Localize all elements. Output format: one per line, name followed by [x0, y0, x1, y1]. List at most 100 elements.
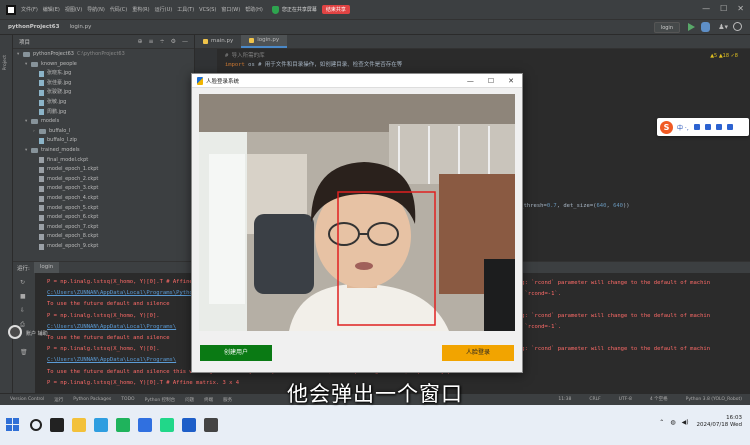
settings-icon[interactable]: ⚙: [171, 38, 176, 45]
file-explorer-icon[interactable]: [72, 418, 86, 432]
dialog-close-button[interactable]: ✕: [508, 77, 514, 85]
menu-file[interactable]: 文件(F): [21, 6, 38, 13]
sogou-logo-icon: S: [660, 120, 673, 134]
hide-panel-icon[interactable]: —: [182, 38, 188, 45]
menu-help[interactable]: 帮助(H): [245, 6, 263, 13]
tree-item[interactable]: ▾ models: [25, 117, 59, 126]
tree-item[interactable]: 周鹏.jpg: [33, 108, 66, 117]
keyboard-icon[interactable]: [704, 124, 711, 130]
menu-window[interactable]: 窗口(W): [221, 6, 240, 13]
dialog-minimize-button[interactable]: —: [467, 77, 474, 85]
menu-view[interactable]: 视图(V): [65, 6, 82, 13]
tree-item[interactable]: ▾ known_people: [25, 60, 77, 69]
pycharm-taskbar-icon[interactable]: [160, 418, 174, 432]
project-panel-title[interactable]: 项目: [19, 38, 30, 46]
menu-tools[interactable]: 工具(T): [177, 6, 194, 13]
network-icon[interactable]: ◍: [670, 419, 675, 426]
ime-toolbar[interactable]: S 中 ·,: [657, 118, 749, 136]
tree-item[interactable]: › buffalo_l: [33, 127, 70, 136]
tree-item[interactable]: 张晓东.jpg: [33, 69, 71, 78]
tree-item[interactable]: 张敏.jpg: [33, 98, 66, 107]
tree-item[interactable]: model_epoch_4.ckpt: [33, 194, 98, 203]
tree-item[interactable]: model_epoch_2.ckpt: [33, 175, 98, 184]
tab-login-py[interactable]: login.py: [241, 35, 288, 48]
menu-navigate[interactable]: 导航(N): [87, 6, 105, 13]
tree-item[interactable]: model_epoch_5.ckpt: [33, 204, 98, 213]
breadcrumb-project[interactable]: pythonProject63: [8, 24, 59, 30]
search-icon[interactable]: [733, 22, 742, 31]
run-icon[interactable]: [688, 23, 695, 31]
breadcrumb-file[interactable]: login.py: [69, 24, 91, 30]
tree-item[interactable]: 张佳豪.jpg: [33, 79, 71, 88]
wechat-icon[interactable]: [116, 418, 130, 432]
maximize-button[interactable]: ☐: [720, 4, 727, 13]
debug-icon[interactable]: [701, 22, 710, 32]
tree-item-label: model_epoch_6.ckpt: [47, 214, 99, 221]
ide-menubar: 文件(F) 编辑(E) 视图(V) 导航(N) 代码(C) 重构(R) 运行(U…: [0, 0, 750, 20]
face-login-button[interactable]: 人脸登录: [442, 345, 514, 361]
code-line-detect-size[interactable]: t_thresh=0.7, det_size=(640, 640)): [517, 203, 630, 209]
tree-item[interactable]: 张骏骁.jpg: [33, 88, 71, 97]
collapse-all-icon[interactable]: ÷: [160, 38, 165, 45]
code-line-1[interactable]: # 导入所需的库: [225, 51, 265, 59]
tree-item[interactable]: model_epoch_9.ckpt: [33, 242, 98, 251]
tree-item[interactable]: ▾ trained_models: [25, 146, 80, 155]
volume-icon[interactable]: ◀): [682, 419, 689, 426]
app-taskbar-icon[interactable]: [182, 418, 196, 432]
console-line[interactable]: C:\Users\ZUNNAN\AppData\Local\Programs\P…: [47, 290, 199, 296]
edge-browser-icon[interactable]: [94, 418, 108, 432]
locate-icon[interactable]: ⊕: [138, 38, 143, 45]
create-user-button[interactable]: 创建用户: [200, 345, 272, 361]
tree-item[interactable]: model_epoch_6.ckpt: [33, 213, 98, 222]
dialog-maximize-button[interactable]: ☐: [488, 77, 494, 85]
inspection-widget[interactable]: ▲5 ▲18 ✓8: [710, 53, 738, 59]
tree-item[interactable]: buffalo_l.zip: [33, 136, 77, 145]
rerun-icon[interactable]: ↻: [20, 279, 28, 286]
run-config-select[interactable]: login: [653, 22, 680, 33]
start-button-icon[interactable]: [6, 418, 20, 432]
tree-item[interactable]: model_epoch_3.ckpt: [33, 184, 98, 193]
dialog-titlebar[interactable]: 人脸登录系统 — ☐ ✕: [192, 74, 522, 88]
ime-mode[interactable]: 中 ·,: [677, 123, 689, 132]
toolbox-icon[interactable]: [726, 124, 733, 130]
scroll-end-icon[interactable]: ⇩: [20, 307, 28, 314]
tree-item[interactable]: model_epoch_8.ckpt: [33, 232, 98, 241]
project-tool-tab[interactable]: Project: [3, 55, 8, 70]
app-taskbar-icon-2[interactable]: [204, 418, 218, 432]
tree-item[interactable]: model_epoch_7.ckpt: [33, 223, 98, 232]
console-line: P = np.linalg.lstsq(X_homo, Y)[0].: [47, 312, 160, 319]
run-tab-login[interactable]: login: [33, 262, 60, 273]
folder-icon: [31, 119, 38, 125]
delete-icon[interactable]: 🗑: [20, 349, 28, 356]
print-icon[interactable]: ⎙: [20, 321, 28, 328]
menu-edit[interactable]: 编辑(E): [43, 6, 60, 13]
console-line[interactable]: C:\Users\ZUNNAN\AppData\Local\Programs\: [47, 324, 176, 330]
left-tool-strip: Project: [0, 35, 13, 393]
menu-vcs[interactable]: VCS(S): [199, 7, 216, 13]
tree-item[interactable]: model_epoch_1.ckpt: [33, 165, 98, 174]
taskbar-clock[interactable]: 16:03 2024/07/18 Wed: [697, 415, 742, 429]
windows-taskbar: ⌃ ◍ ◀) 16:03 2024/07/18 Wed: [0, 405, 750, 445]
tree-item[interactable]: final_model.ckpt: [33, 156, 88, 165]
menu-code[interactable]: 代码(C): [110, 6, 127, 13]
skin-icon[interactable]: [715, 124, 722, 130]
voice-icon[interactable]: [693, 124, 700, 130]
account-icon[interactable]: ♟▾: [718, 23, 728, 31]
minimize-button[interactable]: —: [702, 4, 710, 13]
tab-main-py[interactable]: main.py: [195, 35, 241, 48]
menu-run[interactable]: 运行(U): [155, 6, 173, 13]
stop-icon[interactable]: ■: [20, 293, 28, 300]
close-button[interactable]: ✕: [737, 4, 744, 13]
floating-assist-icon[interactable]: [8, 325, 22, 339]
taskbar-search-icon[interactable]: [30, 419, 42, 431]
menu-refactor[interactable]: 重构(R): [132, 6, 149, 13]
tree-item[interactable]: ▾ pythonProject63 C:\pythonProject63: [17, 50, 125, 59]
code-line-2[interactable]: import os # 用于文件和目录操作，如创建目录、检查文件是否存在等: [225, 60, 402, 68]
console-line[interactable]: C:\Users\ZUNNAN\AppData\Local\Programs\: [47, 357, 176, 363]
meeting-app-icon[interactable]: [138, 418, 152, 432]
meeting-shield-icon: [271, 5, 279, 14]
end-share-button[interactable]: 结束共享: [321, 5, 350, 14]
task-view-icon[interactable]: [50, 418, 64, 432]
tray-chevron-icon[interactable]: ⌃: [659, 419, 664, 426]
expand-all-icon[interactable]: ≡: [149, 38, 154, 45]
